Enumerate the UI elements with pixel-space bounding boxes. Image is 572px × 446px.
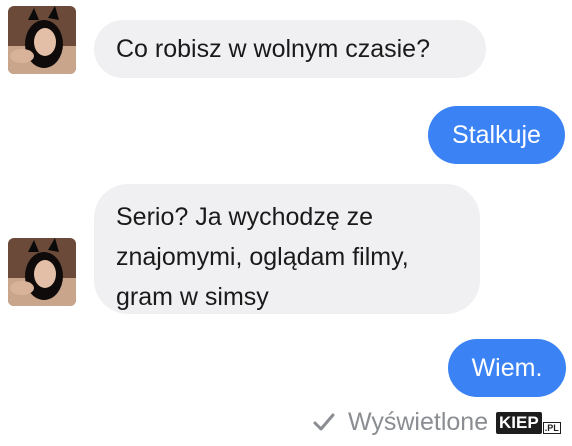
watermark-suffix: .PL (542, 422, 561, 434)
seen-status-text: Wyświetlone (348, 407, 489, 436)
site-watermark: KIEP .PL (496, 411, 562, 435)
message-text: Stalkuje (452, 121, 541, 149)
incoming-message[interactable]: Serio? Ja wychodzę ze znajomymi, oglądam… (94, 184, 480, 314)
incoming-message[interactable]: Co robisz w wolnym czasie? (94, 20, 486, 78)
avatar-photo-icon (8, 6, 76, 74)
message-text: Co robisz w wolnym czasie? (116, 35, 430, 63)
seen-status: Wyświetlone (312, 404, 488, 440)
outgoing-message[interactable]: Stalkuje (428, 106, 565, 164)
contact-avatar[interactable] (8, 6, 76, 74)
checkmark-icon (313, 413, 335, 431)
contact-avatar[interactable] (8, 238, 76, 306)
chat-thread: Co robisz w wolnym czasie? Stalkuje Seri… (0, 0, 572, 446)
watermark-brand: KIEP (496, 412, 542, 434)
outgoing-message[interactable]: Wiem. (448, 339, 566, 397)
message-text: Wiem. (471, 354, 543, 382)
message-text: Serio? Ja wychodzę ze znajomymi, oglądam… (116, 203, 409, 311)
avatar-photo-icon (8, 238, 76, 306)
